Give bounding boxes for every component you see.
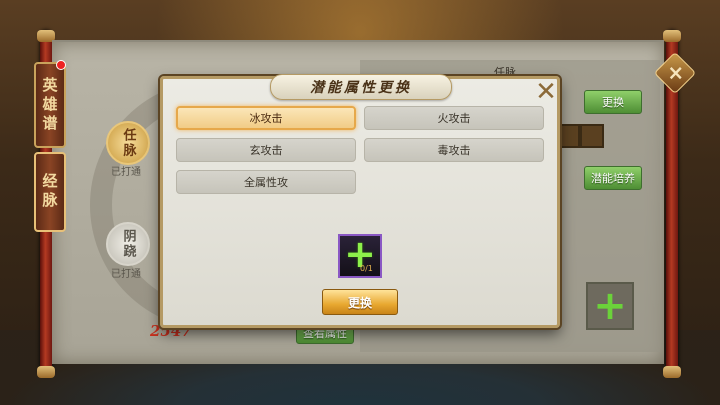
- meridian-status-ren: 已打通: [111, 167, 141, 178]
- item-count: 0/1: [360, 264, 373, 273]
- right-pole-cap: [663, 30, 681, 42]
- meridian-node-yinqiao[interactable]: 阴跷: [106, 222, 150, 266]
- option-all-attr-attack[interactable]: 全属性攻: [176, 170, 356, 194]
- add-icon[interactable]: +: [586, 282, 634, 330]
- meridian-node-ren[interactable]: 任脉: [106, 121, 150, 165]
- close-icon[interactable]: ✕: [534, 79, 558, 105]
- left-pole-cap-bottom: [37, 366, 55, 378]
- tab-meridian[interactable]: 经脉: [34, 152, 66, 232]
- option-mystic-attack[interactable]: 玄攻击: [176, 138, 356, 162]
- dialog-title-banner: 潜能属性更换: [270, 74, 452, 100]
- dialog-title: 潜能属性更换: [310, 80, 412, 96]
- replace-button-bg[interactable]: 更换: [584, 90, 642, 114]
- right-pole-cap-bottom: [663, 366, 681, 378]
- potential-train-button[interactable]: 潜能培养: [584, 166, 642, 190]
- meridian-status-yinqiao: 已打通: [111, 269, 141, 280]
- attr-slot-2[interactable]: [580, 124, 604, 148]
- tab-hero-list[interactable]: 英雄谱: [34, 62, 66, 148]
- option-ice-attack[interactable]: 冰攻击: [176, 106, 356, 130]
- close-icon: ×: [667, 60, 685, 85]
- option-fire-attack[interactable]: 火攻击: [364, 106, 544, 130]
- notification-dot: [56, 60, 66, 70]
- confirm-change-button[interactable]: 更换: [322, 289, 398, 315]
- option-poison-attack[interactable]: 毒攻击: [364, 138, 544, 162]
